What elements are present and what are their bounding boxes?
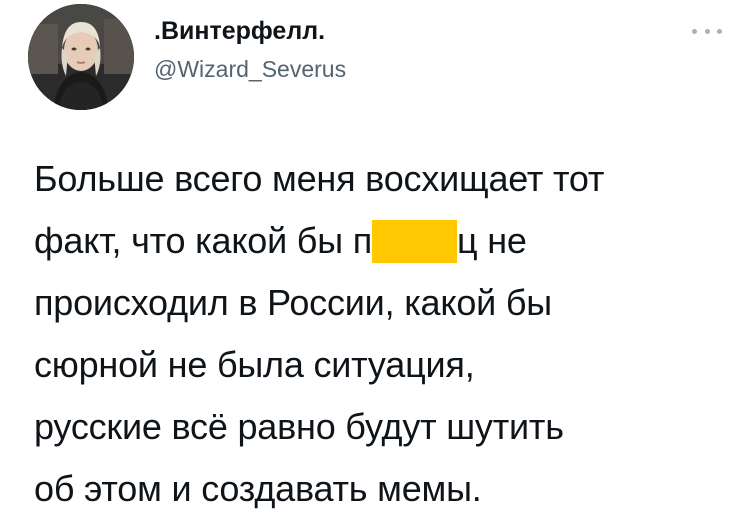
censor-block bbox=[372, 220, 458, 263]
author-display-name[interactable]: .Винтерфелл. bbox=[154, 17, 325, 46]
tweet-line: факт, что какой бы п ц не bbox=[34, 210, 734, 272]
tweet-line: об этом и создавать мемы. bbox=[34, 468, 482, 509]
tweet-line-part: факт, что какой бы п bbox=[34, 220, 373, 261]
tweet-line: русские всё равно будут шутить bbox=[34, 406, 564, 447]
tweet-line: происходил в России, какой бы bbox=[34, 282, 552, 323]
avatar[interactable] bbox=[28, 4, 134, 110]
tweet-line: сюрной не была ситуация, bbox=[34, 344, 475, 385]
author-handle[interactable]: @Wizard_Severus bbox=[154, 56, 346, 83]
tweet-line: Больше всего меня восхищает тот bbox=[34, 158, 605, 199]
avatar-image bbox=[28, 4, 134, 110]
tweet-line-part: ц не bbox=[457, 220, 527, 261]
tweet-text: Больше всего меня восхищает тот факт, чт… bbox=[34, 148, 734, 520]
more-dots-icon[interactable] bbox=[692, 24, 722, 38]
tweet-card: .Винтерфелл. @Wizard_Severus Больше всег… bbox=[0, 0, 750, 531]
